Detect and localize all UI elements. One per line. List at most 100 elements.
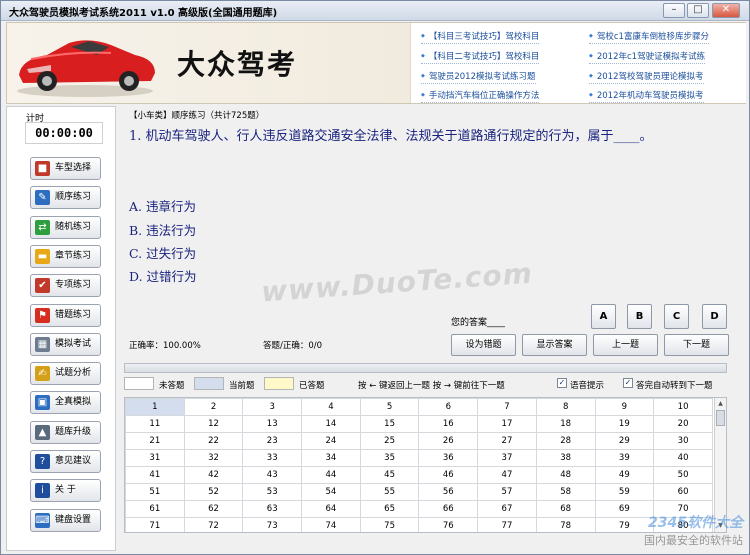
question-number-cell[interactable]: 15 [359, 415, 420, 433]
option-d[interactable]: D. 过错行为 [129, 266, 197, 285]
question-number-cell[interactable]: 22 [183, 432, 244, 450]
question-number-cell[interactable]: 49 [594, 466, 655, 484]
news-link[interactable]: 驾驶员2012模拟考试练习题 [421, 70, 536, 84]
sidebar-button-13[interactable]: ⌨ 键盘设置 [30, 508, 101, 532]
question-number-cell[interactable]: 63 [242, 500, 303, 518]
question-number-cell[interactable]: 58 [535, 483, 596, 501]
question-number-cell[interactable]: 71 [125, 517, 185, 532]
question-number-cell[interactable]: 38 [535, 449, 596, 467]
question-number-cell[interactable]: 79 [594, 517, 655, 532]
question-number-cell[interactable]: 77 [477, 517, 537, 532]
news-link[interactable]: 手动挡汽车档位正确操作方法 [421, 89, 540, 103]
question-number-cell[interactable]: 52 [183, 483, 244, 501]
news-link[interactable]: 2012驾校驾驶员理论模拟考 [589, 70, 704, 84]
question-number-cell[interactable]: 27 [477, 432, 537, 450]
question-number-cell[interactable]: 43 [242, 466, 303, 484]
show-answer-button[interactable]: 显示答案 [522, 334, 587, 356]
question-number-cell[interactable]: 41 [125, 466, 185, 484]
question-number-cell[interactable]: 54 [301, 483, 361, 501]
question-number-cell[interactable]: 44 [301, 466, 361, 484]
sidebar-button-9[interactable]: ▣ 全真模拟 [30, 391, 101, 415]
question-number-cell[interactable]: 55 [359, 483, 420, 501]
question-number-cell[interactable]: 3 [242, 398, 303, 416]
question-number-cell[interactable]: 62 [183, 500, 244, 518]
news-link[interactable]: 2012年c1驾驶证模拟考试练 [589, 50, 706, 64]
question-number-cell[interactable]: 19 [594, 415, 655, 433]
sidebar-button-7[interactable]: ▦ 模拟考试 [30, 332, 101, 356]
sidebar-button-2[interactable]: ✎ 顺序练习 [30, 186, 101, 210]
sidebar-button-4[interactable]: ▬ 章节练习 [30, 244, 101, 268]
question-number-cell[interactable]: 50 [653, 466, 713, 484]
question-number-cell[interactable]: 1 [125, 398, 185, 416]
question-number-cell[interactable]: 46 [418, 466, 479, 484]
sidebar-button-5[interactable]: ✔ 专项练习 [30, 274, 101, 298]
question-number-cell[interactable]: 9 [594, 398, 655, 416]
question-number-cell[interactable]: 21 [125, 432, 185, 450]
sidebar-button-10[interactable]: ▲ 题库升级 [30, 420, 101, 444]
question-number-cell[interactable]: 57 [477, 483, 537, 501]
question-number-cell[interactable]: 31 [125, 449, 185, 467]
scroll-thumb[interactable] [716, 410, 725, 426]
sidebar-button-8[interactable]: ✍ 试题分析 [30, 362, 101, 386]
question-number-cell[interactable]: 23 [242, 432, 303, 450]
sidebar-button-11[interactable]: ? 意见建议 [30, 450, 101, 473]
question-number-cell[interactable]: 61 [125, 500, 185, 518]
question-number-cell[interactable]: 67 [477, 500, 537, 518]
question-number-cell[interactable]: 35 [359, 449, 420, 467]
question-number-cell[interactable]: 78 [535, 517, 596, 532]
question-number-cell[interactable]: 64 [301, 500, 361, 518]
question-number-cell[interactable]: 12 [183, 415, 244, 433]
answer-b-button[interactable]: B [627, 304, 652, 329]
question-number-cell[interactable]: 34 [301, 449, 361, 467]
scroll-up-icon[interactable]: ▲ [716, 399, 725, 409]
question-number-cell[interactable]: 28 [535, 432, 596, 450]
question-number-cell[interactable]: 5 [359, 398, 420, 416]
question-number-cell[interactable]: 32 [183, 449, 244, 467]
question-number-cell[interactable]: 59 [594, 483, 655, 501]
question-number-cell[interactable]: 39 [594, 449, 655, 467]
question-number-cell[interactable]: 42 [183, 466, 244, 484]
question-number-cell[interactable]: 18 [535, 415, 596, 433]
question-number-cell[interactable]: 7 [477, 398, 537, 416]
sidebar-button-12[interactable]: i关 于 [30, 479, 101, 503]
question-number-cell[interactable]: 2 [183, 398, 244, 416]
auto-next-checkbox[interactable]: ✓ [623, 378, 633, 388]
question-number-cell[interactable]: 30 [653, 432, 713, 450]
news-link[interactable]: 驾校c1富康车倒桩移库步骤分 [589, 30, 709, 44]
question-number-cell[interactable]: 14 [301, 415, 361, 433]
question-number-cell[interactable]: 26 [418, 432, 479, 450]
next-question-button[interactable]: 下一题 [664, 334, 729, 356]
question-number-cell[interactable]: 10 [653, 398, 713, 416]
prev-question-button[interactable]: 上一题 [593, 334, 658, 356]
question-number-cell[interactable]: 76 [418, 517, 479, 532]
news-link[interactable]: 【科目三考试技巧】驾校科目 [421, 30, 540, 44]
question-number-cell[interactable]: 36 [418, 449, 479, 467]
answer-d-button[interactable]: D [702, 304, 727, 329]
question-number-cell[interactable]: 17 [477, 415, 537, 433]
question-number-cell[interactable]: 60 [653, 483, 713, 501]
voice-checkbox[interactable]: ✓ [557, 378, 567, 388]
question-number-cell[interactable]: 51 [125, 483, 185, 501]
question-number-cell[interactable]: 6 [418, 398, 479, 416]
question-number-cell[interactable]: 56 [418, 483, 479, 501]
question-number-cell[interactable]: 11 [125, 415, 185, 433]
option-c[interactable]: C. 过失行为 [129, 243, 196, 262]
question-number-cell[interactable]: 29 [594, 432, 655, 450]
question-number-cell[interactable]: 13 [242, 415, 303, 433]
question-number-cell[interactable]: 20 [653, 415, 713, 433]
question-number-cell[interactable]: 48 [535, 466, 596, 484]
question-number-cell[interactable]: 47 [477, 466, 537, 484]
question-number-cell[interactable]: 72 [183, 517, 244, 532]
question-number-cell[interactable]: 16 [418, 415, 479, 433]
question-number-cell[interactable]: 74 [301, 517, 361, 532]
question-number-cell[interactable]: 8 [535, 398, 596, 416]
close-button[interactable]: ✕ [712, 3, 740, 18]
maximize-button[interactable]: □ [687, 3, 709, 18]
sidebar-button-6[interactable]: ⚑ 错题练习 [30, 303, 101, 327]
option-b[interactable]: B. 违法行为 [129, 220, 196, 239]
question-number-cell[interactable]: 68 [535, 500, 596, 518]
option-a[interactable]: A. 违章行为 [129, 196, 196, 215]
question-number-cell[interactable]: 53 [242, 483, 303, 501]
question-number-cell[interactable]: 75 [359, 517, 420, 532]
question-number-cell[interactable]: 40 [653, 449, 713, 467]
